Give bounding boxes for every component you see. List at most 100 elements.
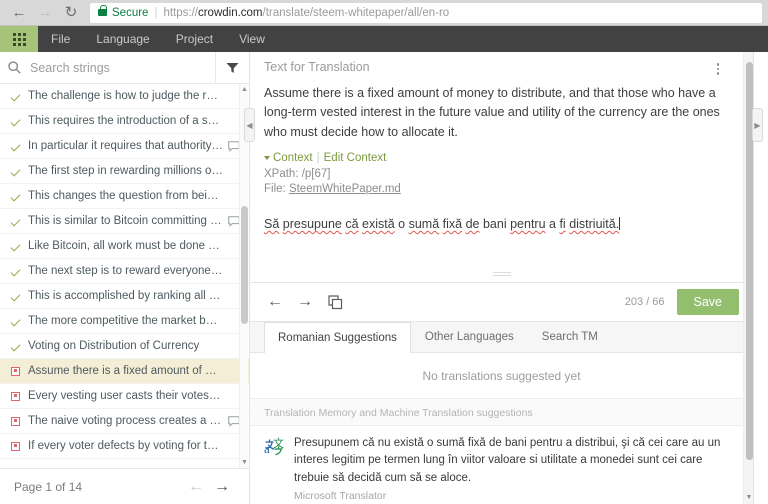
string-list-item[interactable]: The first step in rewarding millions of … [0, 159, 249, 184]
page-next-button[interactable]: → [209, 474, 235, 500]
translated-check-icon [10, 316, 21, 326]
misspelled-word: distriuită. [569, 217, 620, 232]
expand-right-icon[interactable]: ▶ [752, 108, 763, 142]
translation-input[interactable]: Să presupune că există o sumă fixă de ba… [250, 206, 753, 282]
context-file-row: File: SteemWhitePaper.md [264, 183, 739, 195]
string-status-marker [10, 241, 28, 251]
tm-suggestion-source: Microsoft Translator [294, 489, 387, 502]
translated-check-icon [10, 141, 21, 151]
resize-grip[interactable] [492, 272, 511, 277]
misspelled-word: că [345, 217, 359, 232]
string-list-item[interactable]: This changes the question from being <0>… [0, 184, 249, 209]
misspelled-word: fixă [442, 217, 463, 232]
chevron-down-icon[interactable] [264, 156, 270, 161]
translation-editor: Text for Translation Assume there is a f… [250, 52, 754, 504]
scroll-down-arrow-icon[interactable]: ▼ [240, 457, 249, 468]
untranslated-marker-icon [11, 366, 20, 376]
tab-search-tm[interactable]: Search TM [528, 321, 612, 352]
untranslated-marker-icon [11, 441, 20, 451]
misspelled-word: de [465, 217, 480, 232]
string-status-marker [10, 391, 28, 401]
string-list-item[interactable]: The naive voting process creates a N-Per… [0, 409, 249, 434]
suggestions-tabs: Romanian Suggestions Other Languages Sea… [250, 321, 753, 354]
string-list-item[interactable]: This is accomplished by ranking all work… [0, 284, 249, 309]
translated-check-icon [10, 341, 21, 351]
search-input[interactable] [28, 59, 215, 76]
string-status-marker [10, 116, 28, 126]
tab-other-languages[interactable]: Other Languages [411, 321, 528, 352]
translated-check-icon [10, 291, 21, 301]
scrollbar-thumb[interactable] [241, 206, 248, 324]
string-status-marker [10, 291, 28, 301]
browser-forward-icon[interactable]: → [32, 2, 58, 24]
string-list-item[interactable]: The challenge is how to judge the relati… [0, 84, 249, 109]
string-list-item[interactable]: Like Bitcoin, all work must be done prio… [0, 234, 249, 259]
edit-context-link[interactable]: Edit Context [324, 152, 387, 164]
next-string-button[interactable]: → [290, 287, 320, 317]
apps-grid-icon[interactable] [0, 26, 38, 52]
menu-item-project[interactable]: Project [163, 26, 226, 52]
copy-source-icon[interactable] [320, 287, 350, 317]
menu-item-view[interactable]: View [226, 26, 278, 52]
string-list-item-text: This requires the introduction of a scal… [28, 115, 223, 127]
string-list-item[interactable]: If every voter defects by voting for the… [0, 434, 249, 459]
string-list-item[interactable]: This is similar to Bitcoin committing to… [0, 209, 249, 234]
strings-sidebar: The challenge is how to judge the relati… [0, 51, 255, 504]
lock-icon [98, 5, 107, 16]
save-button[interactable]: Save [676, 289, 739, 316]
tm-suggestion-text[interactable]: Presupunem că nu există o sumă fixă de b… [294, 435, 733, 487]
previous-string-button[interactable]: ← [260, 287, 290, 317]
more-options-icon[interactable] [709, 60, 727, 78]
browser-address-bar[interactable]: Secure | https://crowdin.com/translate/s… [90, 2, 762, 23]
string-list-item[interactable]: The more competitive the market becomes,… [0, 309, 249, 334]
string-list-item-text: The naive voting process creates a N-Per… [28, 415, 223, 427]
page-prev-button[interactable]: ← [183, 474, 209, 500]
string-list-item-text: In particular it requires that authority… [28, 140, 223, 152]
menu-item-file[interactable]: File [38, 26, 83, 52]
source-text: Assume there is a fixed amount of money … [264, 86, 720, 139]
browser-reload-icon[interactable]: ↻ [58, 2, 84, 24]
translation-word: a [545, 217, 560, 232]
strings-list[interactable]: The challenge is how to judge the relati… [0, 84, 249, 468]
menu-item-language[interactable]: Language [83, 26, 162, 52]
string-list-item[interactable]: This requires the introduction of a scal… [0, 109, 249, 134]
context-separator: | [316, 152, 320, 165]
filter-funnel-icon[interactable] [215, 51, 249, 84]
string-list-item[interactable]: Voting on Distribution of Currency [0, 334, 249, 359]
context-toggle-label[interactable]: Context [273, 152, 313, 164]
browser-back-icon[interactable]: ← [6, 2, 32, 24]
pagination-bar: Page 1 of 14 ← → [0, 468, 249, 504]
string-list-item[interactable]: Assume there is a fixed amount of money … [0, 359, 249, 384]
string-status-marker [10, 416, 28, 426]
string-list-item-text: Every vesting user casts their votes on … [28, 390, 223, 402]
string-status-marker [10, 441, 28, 451]
scroll-up-arrow-icon[interactable]: ▲ [240, 84, 249, 95]
string-list-item[interactable]: In particular it requires that authority… [0, 134, 249, 159]
app-menu-bar: File Language Project View [0, 26, 768, 52]
url-path: /translate/steem-whitepaper/all/en-ro [262, 6, 450, 19]
string-list-item-text: This is accomplished by ranking all work… [28, 290, 223, 302]
misspelled-word: fi [559, 217, 566, 232]
string-status-marker [10, 141, 28, 151]
misspelled-word: pentru [510, 217, 546, 232]
string-list-item-text: Voting on Distribution of Currency [28, 340, 200, 352]
translated-check-icon [10, 91, 21, 101]
workspace: The challenge is how to judge the relati… [0, 51, 768, 504]
string-list-item[interactable]: Every vesting user casts their votes on … [0, 384, 249, 409]
context-file-label: File: [264, 183, 286, 196]
string-list-item[interactable]: The next step is to reward everyone who … [0, 259, 249, 284]
text-cursor [619, 217, 621, 231]
context-file-link[interactable]: SteemWhitePaper.md [289, 183, 401, 195]
string-status-marker [10, 166, 28, 176]
tm-suggestion-body: Presupunem că nu există o sumă fixă de b… [294, 435, 733, 502]
browser-toolbar: ← → ↻ Secure | https://crowdin.com/trans… [0, 0, 768, 26]
translation-word: bani [479, 217, 511, 232]
tab-romanian-suggestions[interactable]: Romanian Suggestions [264, 322, 411, 354]
editor-scroll-down-icon[interactable]: ▼ [744, 491, 754, 503]
misspelled-word: Să [264, 217, 280, 232]
collapse-left-icon[interactable]: ◀ [244, 108, 255, 142]
tm-suggestion-item[interactable]: a 文 Presupunem că nu există o sumă fixă … [250, 426, 753, 504]
string-status-marker [10, 91, 28, 101]
string-list-item-text: The more competitive the market becomes,… [28, 315, 223, 327]
search-bar [0, 51, 249, 84]
